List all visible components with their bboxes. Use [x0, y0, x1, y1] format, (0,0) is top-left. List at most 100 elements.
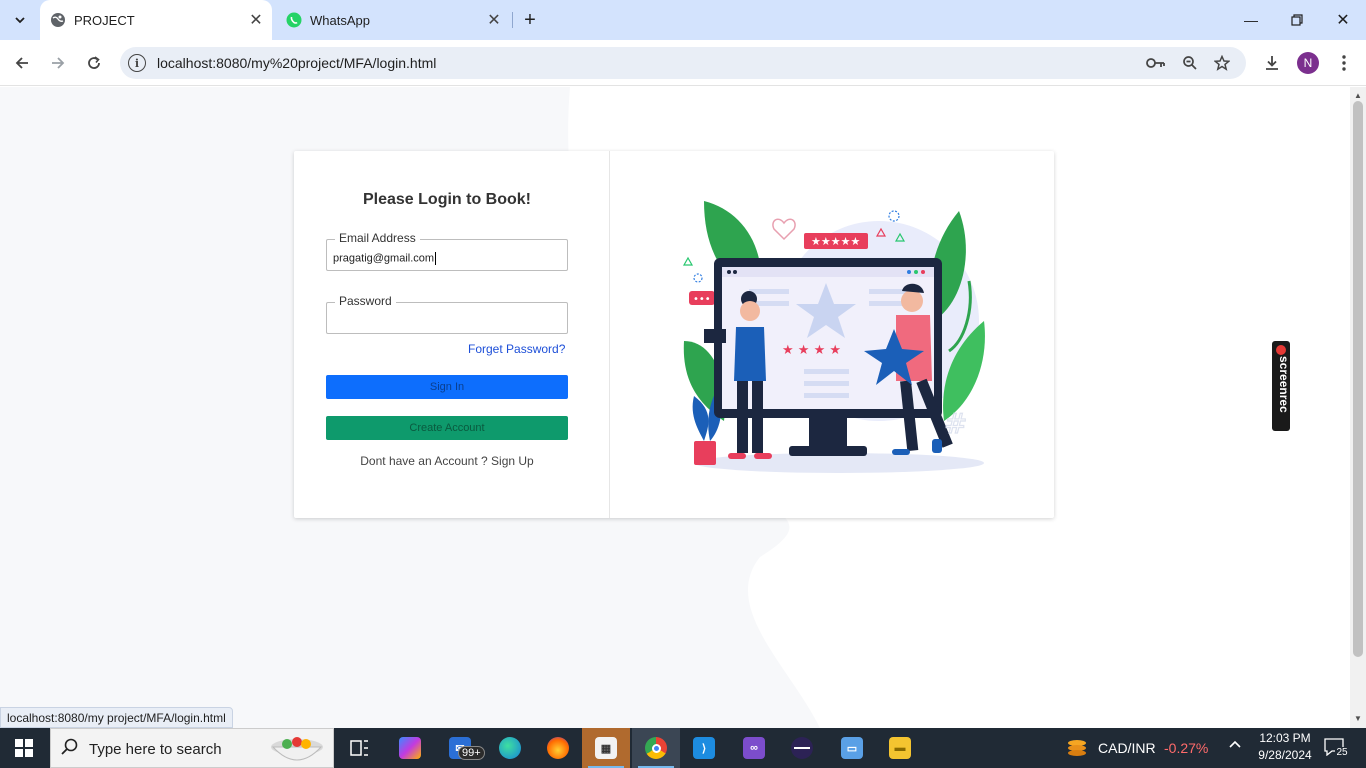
download-icon[interactable]	[1261, 52, 1283, 74]
globe-icon	[50, 12, 66, 28]
ticker-icon[interactable]	[1066, 738, 1088, 761]
login-title: Please Login to Book!	[362, 191, 531, 208]
taskbar-copilot[interactable]	[386, 728, 434, 768]
taskbar-file-explorer[interactable]: ▬	[876, 728, 924, 768]
tab-whatsapp[interactable]: WhatsApp ✕	[276, 0, 510, 40]
new-tab-button[interactable]: +	[520, 9, 540, 31]
notification-center[interactable]: 25	[1324, 738, 1349, 758]
password-key-icon[interactable]	[1146, 53, 1166, 73]
email-value: pragatig@gmail.com	[333, 252, 435, 265]
address-bar[interactable]: i localhost:8080/my%20project/MFA/login.…	[120, 47, 1246, 79]
taskbar-eclipse[interactable]	[778, 728, 826, 768]
password-label: Password	[335, 294, 396, 308]
svg-text:•••: •••	[693, 294, 711, 305]
scrollbar-thumb[interactable]	[1353, 101, 1363, 657]
chevron-up-icon[interactable]	[1228, 738, 1242, 755]
menu-kebab-icon[interactable]	[1333, 52, 1355, 74]
visual-studio-icon: ∞	[743, 737, 765, 759]
close-tab-icon[interactable]: ✕	[246, 10, 266, 30]
page-scrollbar[interactable]: ▲ ▼	[1350, 87, 1366, 728]
ticker-label[interactable]: CAD/INR	[1098, 740, 1156, 756]
eclipse-stripe	[794, 747, 810, 749]
email-label: Email Address	[335, 231, 420, 245]
page-content: Please Login to Book! Email Address prag…	[0, 87, 1350, 728]
folder-icon: ▬	[889, 737, 911, 759]
laptop-icon: ▭	[841, 737, 863, 759]
forward-button[interactable]	[46, 51, 70, 75]
scroll-down-icon[interactable]: ▼	[1354, 714, 1362, 723]
taskbar-mail[interactable]: ✉ 99+	[436, 728, 485, 768]
search-icon	[61, 738, 79, 761]
screenrec-widget[interactable]: screenrec	[1272, 341, 1291, 431]
browser-toolbar: i localhost:8080/my%20project/MFA/login.…	[0, 40, 1366, 86]
copilot-icon	[399, 737, 421, 759]
search-placeholder: Type here to search	[89, 741, 222, 758]
taskbar-visual-studio[interactable]: ∞	[730, 728, 778, 768]
close-window-button[interactable]: ✕	[1320, 0, 1366, 40]
record-icon	[1276, 345, 1286, 355]
eclipse-icon	[791, 737, 813, 759]
back-button[interactable]	[10, 51, 34, 75]
clock-date: 9/28/2024	[1258, 748, 1312, 762]
tab-project[interactable]: PROJECT ✕	[40, 0, 272, 40]
clock-time: 12:03 PM	[1259, 731, 1311, 745]
tab-title: WhatsApp	[310, 12, 370, 28]
rating-illustration: ★★★★★ ••• ★ ★ ★ ★ #	[682, 201, 985, 473]
taskbar: Type here to search ✉ 99+ ▦ ⟩ ∞ ▭ ▬	[0, 728, 1366, 768]
windows-icon	[15, 739, 33, 757]
restore-button[interactable]	[1274, 0, 1320, 40]
taskbar-vscode[interactable]: ⟩	[680, 728, 728, 768]
bookmark-star-icon[interactable]	[1212, 53, 1232, 73]
text-caret	[435, 252, 437, 265]
card-divider	[609, 151, 610, 518]
svg-text:★ ★ ★ ★: ★ ★ ★ ★	[782, 343, 841, 358]
arrow-left-icon	[15, 57, 28, 69]
taskbar-edge[interactable]	[486, 728, 534, 768]
minimize-button[interactable]: —	[1228, 0, 1274, 40]
store-icon: ▦	[595, 737, 617, 759]
status-bar-url: localhost:8080/my project/MFA/login.html	[0, 707, 233, 728]
chrome-center	[651, 743, 661, 753]
chrome-icon	[645, 737, 667, 759]
screenrec-label: screenrec	[1277, 356, 1291, 413]
mail-badge: 99+	[458, 746, 485, 760]
sign-in-button[interactable]: Sign In	[326, 375, 568, 399]
taskbar-search[interactable]: Type here to search	[50, 728, 334, 768]
restore-icon	[1291, 14, 1303, 26]
taskbar-chrome[interactable]	[632, 728, 680, 768]
url-text: localhost:8080/my%20project/MFA/login.ht…	[157, 55, 437, 71]
profile-avatar[interactable]: N	[1297, 52, 1319, 74]
firefox-icon	[547, 737, 569, 759]
email-field[interactable]: Email Address pragatig@gmail.com	[326, 231, 568, 271]
ticker-change: -0.27%	[1164, 740, 1209, 756]
close-tab-icon[interactable]: ✕	[484, 10, 504, 30]
system-clock[interactable]: 12:03 PM 9/28/2024	[1250, 730, 1320, 764]
forgot-password-link[interactable]: Forget Password?	[468, 342, 565, 356]
login-card: Please Login to Book! Email Address prag…	[294, 151, 1054, 518]
task-view-button[interactable]	[336, 728, 384, 768]
whatsapp-icon	[286, 12, 302, 28]
tab-search-button[interactable]	[8, 8, 32, 32]
chevron-down-icon	[15, 17, 25, 24]
start-button[interactable]	[0, 728, 48, 768]
reload-button[interactable]	[82, 51, 106, 75]
task-view-icon	[350, 740, 368, 756]
vscode-icon: ⟩	[693, 737, 715, 759]
svg-text:#: #	[944, 407, 967, 440]
site-info-icon[interactable]: i	[128, 54, 146, 72]
password-field[interactable]: Password	[326, 294, 568, 334]
edge-icon	[499, 737, 521, 759]
arrow-right-icon	[52, 57, 65, 69]
create-account-button[interactable]: Create Account	[326, 416, 568, 440]
scroll-up-icon[interactable]: ▲	[1354, 91, 1362, 100]
taskbar-remote-desktop[interactable]: ▭	[828, 728, 876, 768]
signup-text[interactable]: Dont have an Account ? Sign Up	[294, 454, 600, 468]
tab-separator	[512, 12, 513, 28]
email-value-wrap: pragatig@gmail.com	[333, 252, 437, 265]
taskbar-firefox[interactable]	[534, 728, 582, 768]
taskbar-store[interactable]: ▦	[582, 728, 630, 768]
reload-icon	[88, 56, 100, 69]
svg-text:★★★★★: ★★★★★	[811, 235, 860, 248]
zoom-icon[interactable]	[1180, 53, 1200, 73]
notification-count: 25	[1335, 746, 1349, 758]
